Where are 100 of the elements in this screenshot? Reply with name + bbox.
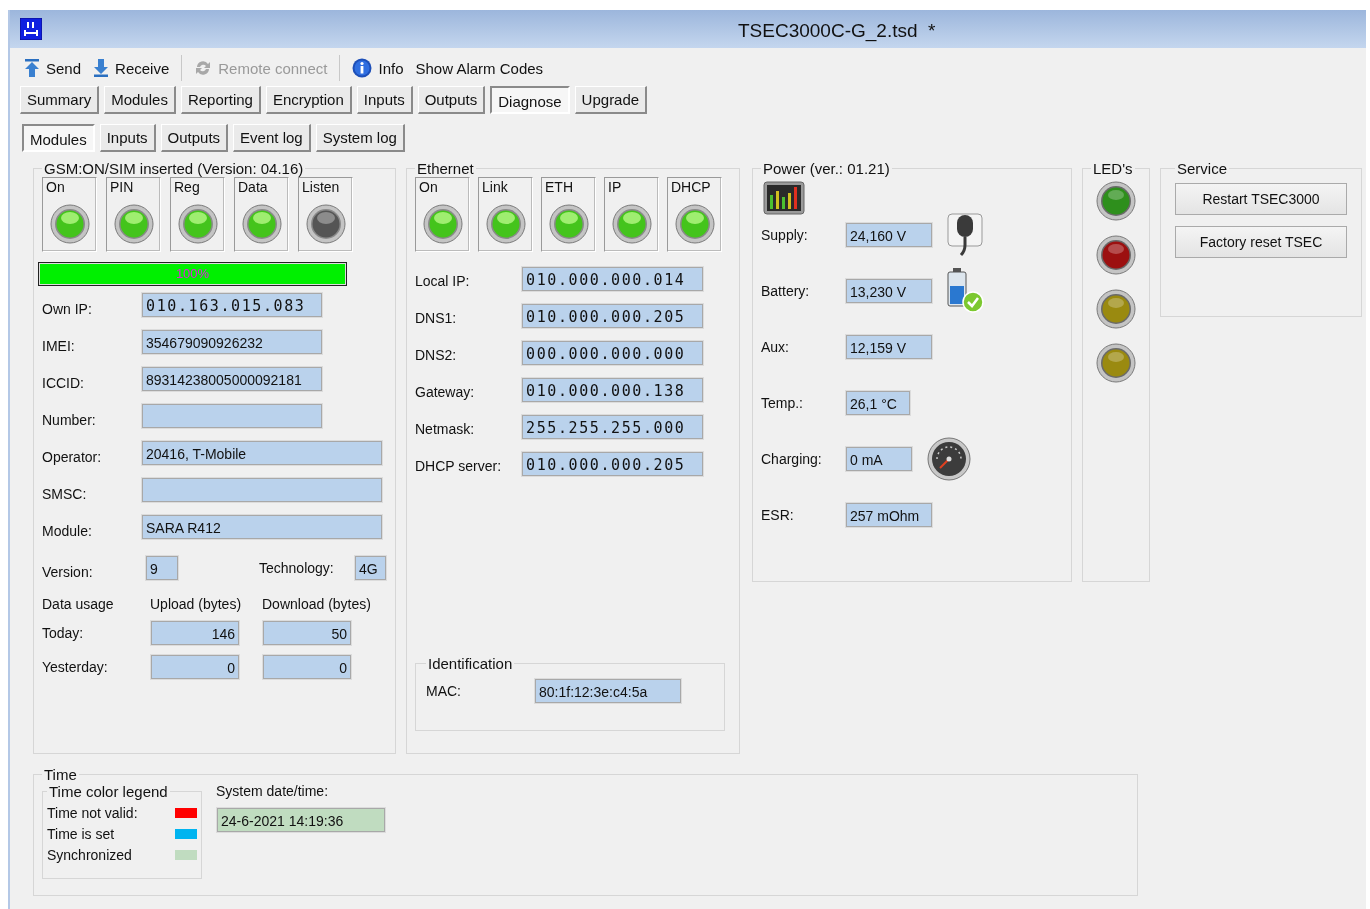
- text-field[interactable]: 26,1 °C: [845, 390, 911, 416]
- section-label: Data usage: [42, 596, 115, 612]
- toolbar-button[interactable]: Send: [24, 59, 82, 77]
- field-label: SMSC:: [42, 484, 88, 502]
- plug-icon: [947, 213, 983, 257]
- field-label: Supply:: [761, 227, 809, 243]
- tab[interactable]: System log: [315, 124, 405, 152]
- panel-title: Time: [43, 766, 78, 783]
- indicator-label: PIN: [110, 179, 134, 195]
- tab[interactable]: Reporting: [180, 86, 261, 114]
- field-label: ESR:: [761, 507, 795, 523]
- number-field[interactable]: 50: [262, 620, 352, 646]
- led-icon: [1096, 235, 1136, 275]
- panel-title: Power (ver.: 01.21): [762, 160, 891, 177]
- text-field[interactable]: 20416, T-Mobile: [141, 439, 383, 466]
- text-field[interactable]: 354679090926232: [141, 328, 323, 355]
- text-field[interactable]: 24,160 V: [845, 222, 933, 248]
- tab[interactable]: Inputs: [356, 86, 413, 114]
- text-field[interactable]: 12,159 V: [845, 334, 933, 360]
- tab[interactable]: Outputs: [417, 86, 486, 114]
- field-label: Local IP:: [415, 271, 471, 289]
- tab[interactable]: Encryption: [265, 86, 352, 114]
- text-field[interactable]: 13,230 V: [845, 278, 933, 304]
- text-field[interactable]: [141, 402, 323, 429]
- text-field[interactable]: SARA R412: [141, 513, 383, 540]
- panel-title: Ethernet: [416, 160, 475, 177]
- field-label: DNS2:: [415, 345, 458, 363]
- tab[interactable]: Outputs: [160, 124, 229, 152]
- service-button[interactable]: Restart TSEC3000: [1175, 183, 1347, 215]
- led-icon: [1096, 343, 1136, 383]
- indicator-label: Data: [238, 179, 268, 195]
- number-field[interactable]: 0: [262, 654, 352, 680]
- toolbar-button[interactable]: Receive: [93, 59, 170, 77]
- ip-field[interactable]: 010.000.000.138: [521, 376, 704, 403]
- field-label: Netmask:: [415, 419, 476, 437]
- text-field[interactable]: [141, 476, 383, 503]
- tab[interactable]: Diagnose: [490, 86, 570, 114]
- text-field[interactable]: 010.163.015.083: [141, 291, 323, 318]
- toolbar-button[interactable]: Show Alarm Codes: [415, 59, 544, 77]
- text-field[interactable]: 9: [145, 554, 179, 581]
- text-field[interactable]: 4G: [354, 554, 387, 581]
- field-label: ICCID:: [42, 373, 85, 391]
- ip-field[interactable]: 000.000.000.000: [521, 339, 704, 366]
- window-title: TSEC3000C-G_2.tsd *: [738, 20, 936, 42]
- info-icon: [352, 58, 373, 78]
- toolbar-button[interactable]: Info: [352, 58, 404, 78]
- indicator-label: Listen: [302, 179, 340, 195]
- field-label: Today:: [42, 625, 85, 641]
- panel-title: Service: [1176, 160, 1229, 177]
- field-label: Module:: [42, 521, 93, 539]
- field-label: IMEI:: [42, 336, 76, 354]
- text-field[interactable]: 89314238005000092181: [141, 365, 323, 392]
- text-field[interactable]: 257 mOhm: [845, 502, 933, 528]
- led-icon: [1096, 181, 1136, 221]
- number-field[interactable]: 0: [150, 654, 240, 680]
- panel-title: Identification: [427, 655, 514, 672]
- panel-title: Time color legend: [48, 783, 169, 800]
- legend-label: Time is set: [47, 825, 115, 842]
- tab[interactable]: Summary: [20, 86, 100, 114]
- field-label: Charging:: [761, 451, 823, 467]
- field-label: Technology:: [259, 559, 335, 576]
- tab[interactable]: Modules: [22, 124, 95, 152]
- field-label: Version:: [42, 562, 94, 580]
- field-label: DHCP server:: [415, 456, 503, 474]
- meter-bars-icon[interactable]: [763, 181, 805, 215]
- tab[interactable]: Event log: [233, 124, 311, 152]
- field-label: Aux:: [761, 339, 790, 355]
- column-header: Download (bytes): [262, 596, 372, 612]
- field-label: Yesterday:: [42, 659, 109, 675]
- field-label: Number:: [42, 410, 97, 428]
- indicator-label: Link: [482, 179, 508, 195]
- field-label: Operator:: [42, 447, 103, 465]
- app-icon: [20, 18, 42, 40]
- datetime-field[interactable]: 24-6-2021 14:19:36: [216, 807, 386, 833]
- upload-arrow-icon: [24, 59, 40, 77]
- tab[interactable]: Upgrade: [574, 86, 648, 114]
- service-button[interactable]: Factory reset TSEC: [1175, 226, 1347, 258]
- download-arrow-icon: [93, 59, 110, 77]
- indicator-label: DHCP: [671, 179, 711, 195]
- number-field[interactable]: 146: [150, 620, 240, 646]
- panel-title: GSM:ON/SIM inserted (Version: 04.16): [43, 160, 305, 177]
- field-label: System date/time:: [216, 783, 330, 799]
- led-icon: [1096, 289, 1136, 329]
- gauge-icon: [927, 437, 971, 481]
- progress-label: 100%: [174, 266, 211, 281]
- field-label: Own IP:: [42, 299, 93, 317]
- ip-field[interactable]: 255.255.255.000: [521, 413, 704, 440]
- ip-field[interactable]: 010.000.000.205: [521, 450, 704, 477]
- indicator-label: Reg: [174, 179, 200, 195]
- refresh-icon: [194, 59, 213, 77]
- text-field[interactable]: 0 mA: [845, 446, 913, 472]
- text-field[interactable]: 80:1f:12:3e:c4:5a: [534, 677, 682, 704]
- ip-field[interactable]: 010.000.000.205: [521, 302, 704, 329]
- column-header: Upload (bytes): [150, 596, 243, 612]
- field-label: Battery:: [761, 283, 811, 299]
- field-label: DNS1:: [415, 308, 458, 326]
- tab[interactable]: Modules: [104, 86, 176, 114]
- tab[interactable]: Inputs: [99, 124, 156, 152]
- ip-field[interactable]: 010.000.000.014: [521, 265, 704, 292]
- indicator-label: ETH: [545, 179, 573, 195]
